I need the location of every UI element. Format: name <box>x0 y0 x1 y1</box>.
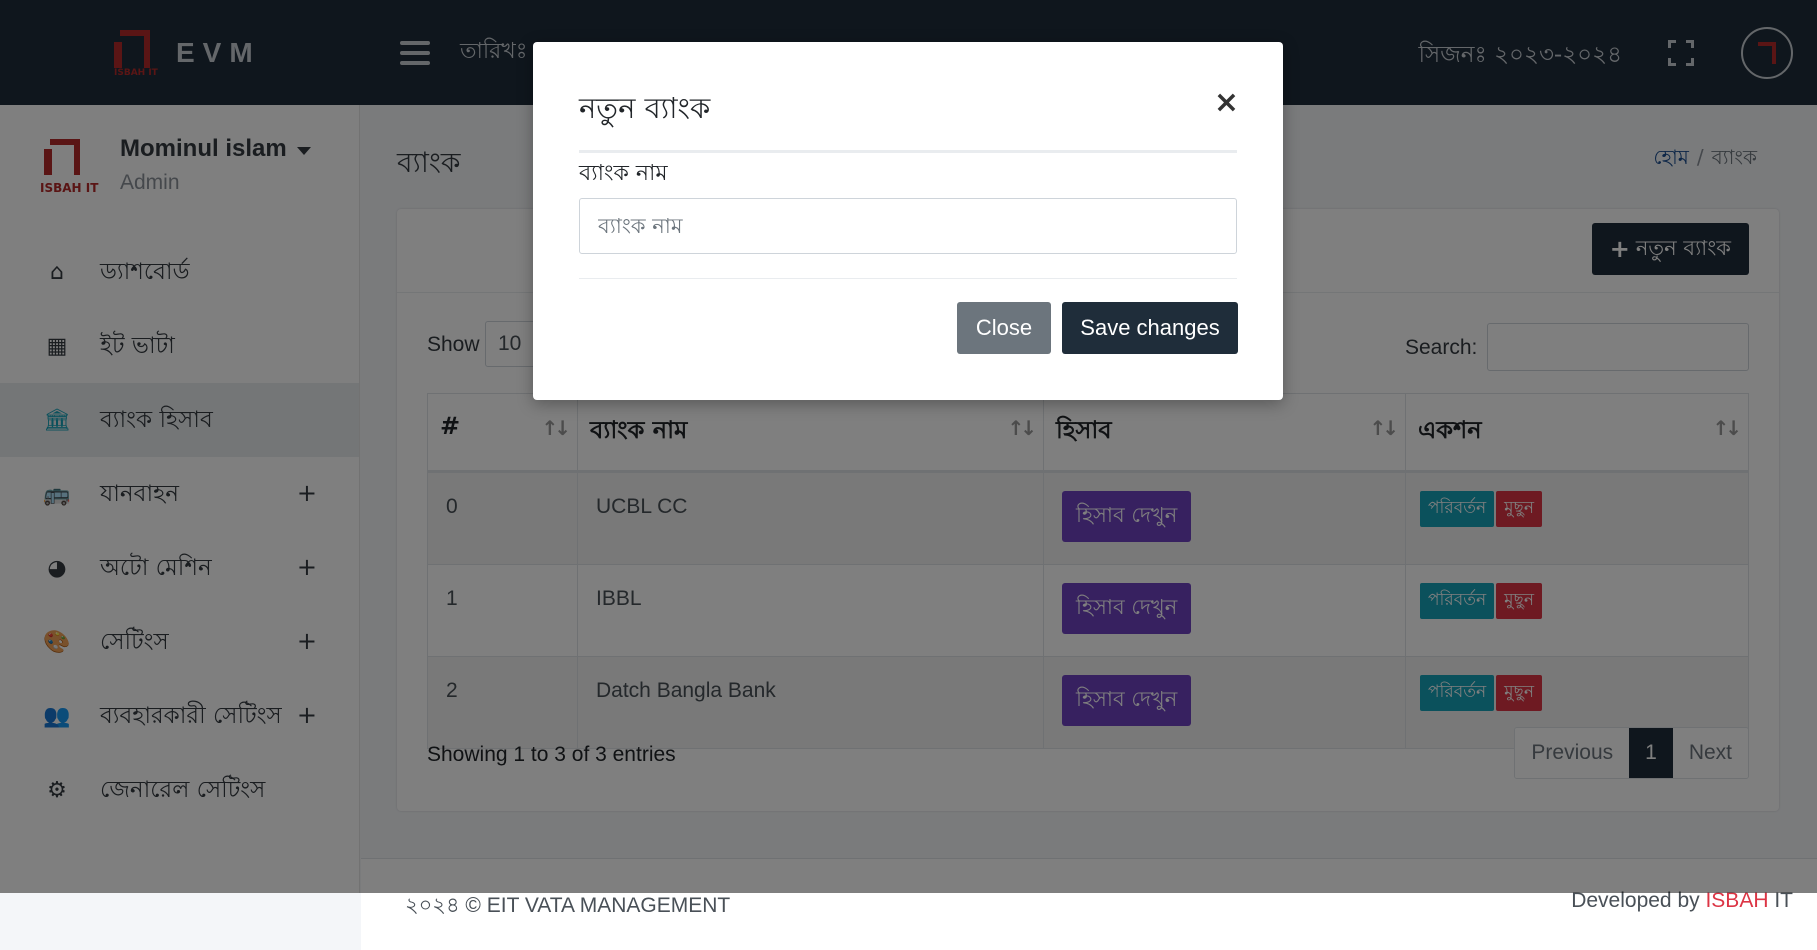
bank-name-label: ব্যাংক নাম <box>579 161 668 186</box>
save-changes-button[interactable]: Save changes <box>1062 302 1238 354</box>
close-icon[interactable]: × <box>1214 88 1239 118</box>
new-bank-modal: নতুন ব্যাংক × ব্যাংক নাম Close Save chan… <box>533 42 1283 400</box>
modal-title: নতুন ব্যাংক <box>579 91 711 125</box>
modal-footer-divider <box>579 278 1237 279</box>
close-button[interactable]: Close <box>957 302 1051 354</box>
bank-name-input[interactable] <box>579 198 1237 254</box>
modal-divider <box>579 150 1237 153</box>
footer-copyright: ২০২৪ © EIT VATA MANAGEMENT <box>405 894 731 917</box>
